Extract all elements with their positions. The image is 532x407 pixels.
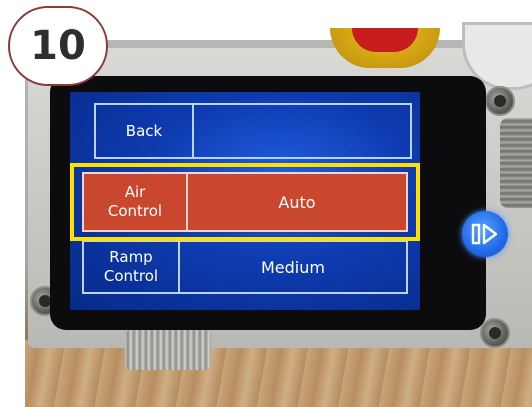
- wood-surface: [25, 340, 532, 407]
- step-number: 10: [30, 23, 86, 69]
- back-value: [194, 105, 410, 157]
- step-badge: 10: [8, 6, 108, 86]
- photo-scene: Back Air Control Auto Ramp Control Mediu…: [0, 0, 532, 407]
- menu-row-back[interactable]: Back: [94, 103, 412, 159]
- next-page-button[interactable]: [462, 211, 508, 257]
- back-label[interactable]: Back: [96, 105, 194, 157]
- ramp-control-label[interactable]: Ramp Control: [84, 242, 180, 292]
- selection-highlight-box: [70, 163, 420, 241]
- air-fitting: [125, 330, 211, 370]
- menu-row-ramp-control[interactable]: Ramp Control Medium: [82, 240, 408, 294]
- screw-bottom-right: [480, 318, 510, 348]
- next-page-icon: [471, 223, 498, 245]
- screw-top-right: [485, 86, 515, 116]
- control-knob: [500, 118, 532, 208]
- ramp-control-value[interactable]: Medium: [180, 242, 406, 292]
